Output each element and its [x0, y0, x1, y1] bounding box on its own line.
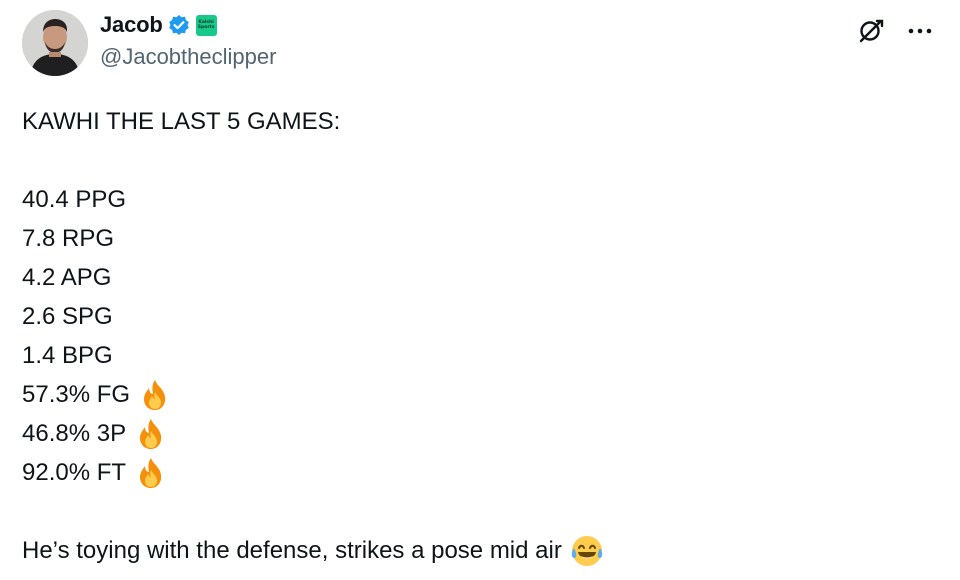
- tweet-heading: KAWHI THE LAST 5 GAMES:: [22, 108, 341, 135]
- more-options-icon: [908, 28, 932, 34]
- stat-text: 1.4 BPG: [22, 342, 113, 369]
- tweet-header: Jacob Kalshi Sports @Jacobtheclipper: [22, 10, 940, 76]
- stat-line: 1.4 BPG: [22, 336, 932, 375]
- stat-line: 40.4 PPG: [22, 180, 932, 219]
- stat-line: 57.3% FG: [22, 375, 932, 414]
- stat-text: 46.8% 3P: [22, 420, 127, 447]
- stat-text: 2.6 SPG: [22, 303, 113, 330]
- stat-text: 57.3% FG: [22, 381, 131, 408]
- user-avatar-icon: [22, 10, 88, 76]
- stat-line: 92.0% FT: [22, 453, 932, 492]
- stat-text: 4.2 APG: [22, 264, 112, 291]
- tears-of-joy-emoji-icon: [570, 534, 604, 568]
- fire-emoji-icon: [134, 456, 168, 490]
- fire-emoji-icon: [138, 378, 172, 412]
- author-block: Jacob Kalshi Sports @Jacobtheclipper: [100, 10, 276, 70]
- stat-text: 40.4 PPG: [22, 186, 127, 213]
- author-handle[interactable]: @Jacobtheclipper: [100, 44, 276, 70]
- display-name[interactable]: Jacob: [100, 12, 163, 38]
- stat-text: 7.8 RPG: [22, 225, 115, 252]
- stat-line: 4.2 APG: [22, 258, 932, 297]
- avatar[interactable]: [22, 10, 88, 76]
- closing-text: He’s toying with the defense, strikes a …: [22, 537, 562, 564]
- grok-button[interactable]: [854, 14, 888, 48]
- grok-icon: [859, 19, 884, 43]
- closing-line: He’s toying with the defense, strikes a …: [22, 531, 932, 570]
- fire-emoji-icon: [134, 417, 168, 451]
- stat-text: 92.0% FT: [22, 459, 127, 486]
- stat-line: 46.8% 3P: [22, 414, 932, 453]
- stat-line: 2.6 SPG: [22, 297, 932, 336]
- verified-badge-icon[interactable]: [168, 14, 190, 36]
- stat-line: 7.8 RPG: [22, 219, 932, 258]
- affiliate-badge-label: Kalshi Sports: [197, 20, 215, 30]
- tweet-body: KAWHI THE LAST 5 GAMES: 40.4 PPG 7.8 RPG…: [22, 102, 932, 570]
- name-row: Jacob Kalshi Sports: [100, 10, 276, 40]
- more-options-button[interactable]: [902, 14, 938, 48]
- affiliate-badge-icon[interactable]: Kalshi Sports: [195, 14, 217, 36]
